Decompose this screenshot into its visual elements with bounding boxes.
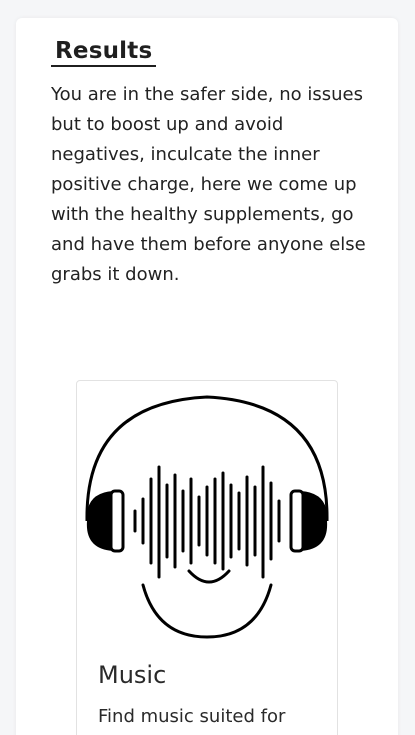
headphones-soundwave-face-icon	[85, 395, 329, 639]
music-card[interactable]: Music Find music suited for	[76, 380, 338, 735]
results-description: You are in the safer side, no issues but…	[51, 84, 366, 285]
results-heading: Results	[51, 38, 157, 67]
card-description: Find music suited for	[98, 706, 286, 727]
page: Results You are in the safer side, no is…	[0, 0, 415, 735]
card-title[interactable]: Music	[98, 661, 166, 689]
